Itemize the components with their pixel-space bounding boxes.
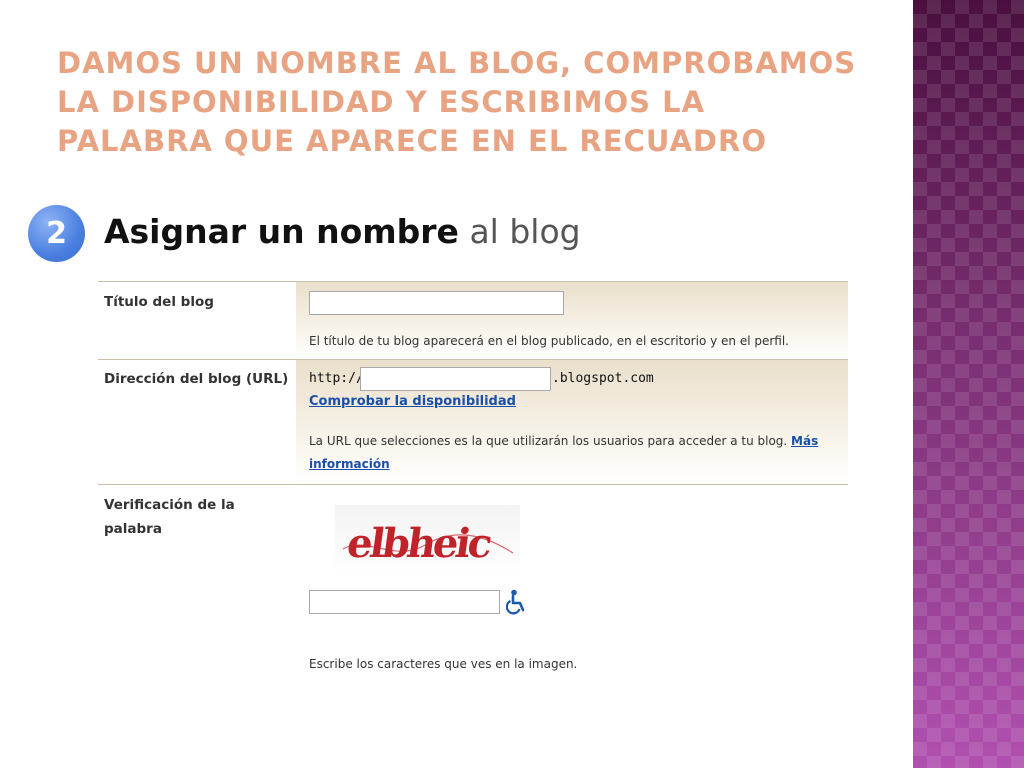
captcha-image: elbheic: [335, 505, 520, 577]
blog-url-hint: La URL que selecciones es la que utiliza…: [309, 430, 839, 476]
wheelchair-icon[interactable]: [505, 589, 528, 615]
blog-title-label: Título del blog: [104, 294, 214, 310]
blog-url-label: Dirección del blog (URL): [104, 371, 289, 387]
url-suffix: .blogspot.com: [552, 371, 654, 386]
url-prefix: http://: [309, 371, 364, 386]
blog-url-input[interactable]: [360, 367, 551, 391]
section-heading-secondary: al blog: [469, 212, 581, 251]
slide-title: Damos un nombre al blog, comprobamos la …: [57, 46, 857, 158]
blog-title-input[interactable]: [309, 291, 564, 315]
blog-title-hint: El título de tu blog aparecerá en el blo…: [309, 334, 789, 348]
blog-name-form: Título del blog El título de tu blog apa…: [98, 281, 848, 725]
captcha-hint: Escribe los caracteres que ves en la ima…: [309, 657, 578, 671]
step-number-badge: 2: [28, 205, 85, 262]
section-heading-main: Asignar un nombre: [104, 212, 459, 251]
blog-url-hint-text: La URL que selecciones es la que utiliza…: [309, 434, 788, 448]
captcha-text: elbheic: [344, 520, 494, 567]
captcha-input[interactable]: [309, 590, 500, 614]
blog-url-row: Dirección del blog (URL) http:// .blogsp…: [98, 360, 848, 485]
blog-title-row: Título del blog El título de tu blog apa…: [98, 282, 848, 360]
captcha-graphic: elbheic: [342, 520, 514, 567]
word-verification-label: Verificación de la palabra: [104, 497, 235, 537]
word-verification-row: Verificación de la palabra elbheic Escri…: [98, 485, 848, 725]
check-availability-link[interactable]: Comprobar la disponibilidad: [309, 394, 516, 409]
wheelchair-icon-graphic: [505, 589, 525, 615]
section-heading: Asignar un nombre al blog: [104, 212, 581, 251]
decorative-side-band: [913, 0, 1024, 768]
